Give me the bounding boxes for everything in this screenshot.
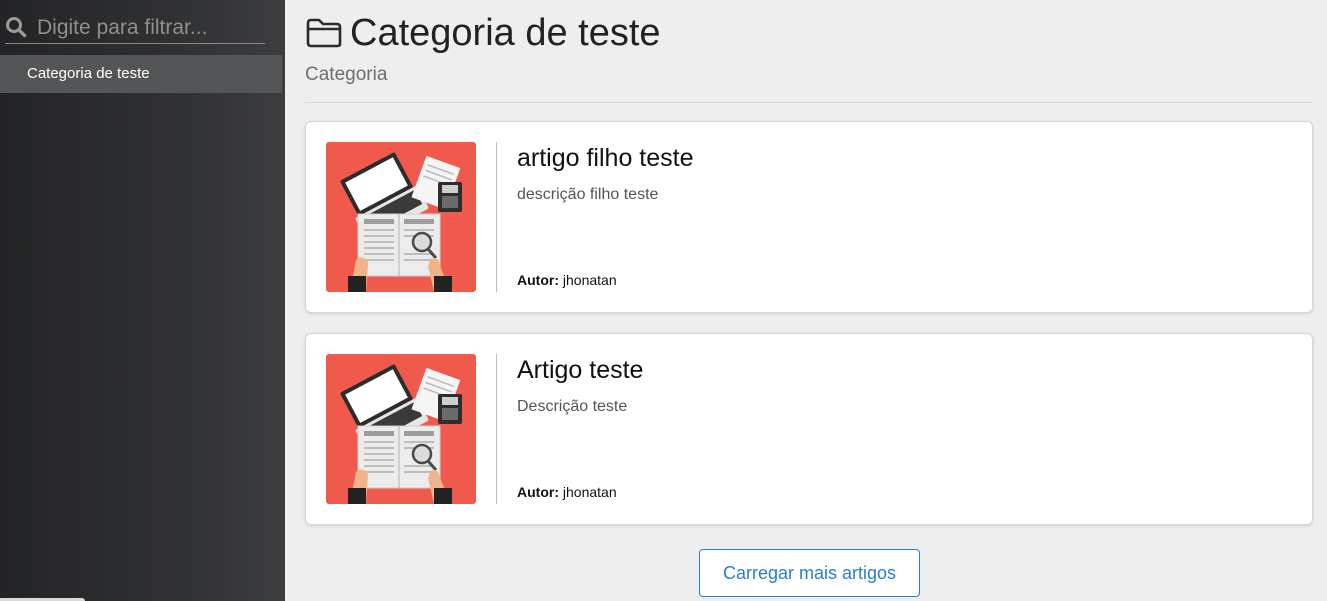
page-title: Categoria de teste xyxy=(350,12,661,54)
load-more-button[interactable]: Carregar mais artigos xyxy=(699,549,920,597)
sidebar-item-label: Categoria de teste xyxy=(27,65,150,82)
article-card[interactable]: Artigo teste Descrição teste Autor: jhon… xyxy=(305,333,1313,525)
article-description: Descrição teste xyxy=(517,398,628,415)
folder-open-icon xyxy=(306,18,342,48)
page-subtitle: Categoria xyxy=(305,64,388,85)
author-name: jhonatan xyxy=(562,272,617,288)
search-input[interactable] xyxy=(37,12,263,43)
search-icon xyxy=(6,17,27,38)
author-name: jhonatan xyxy=(562,484,617,500)
article-title[interactable]: artigo filho teste xyxy=(517,144,694,173)
search-bar xyxy=(5,12,265,44)
card-divider xyxy=(496,142,497,292)
article-thumbnail xyxy=(326,354,476,504)
newspaper-illustration-icon xyxy=(326,354,476,504)
author-label: Autor: xyxy=(517,272,559,288)
sidebar: Categoria de teste xyxy=(0,0,285,601)
author-label: Autor: xyxy=(517,484,559,500)
article-author: Autor: jhonatan xyxy=(517,484,617,500)
header-divider xyxy=(305,102,1313,103)
card-divider xyxy=(496,354,497,504)
article-thumbnail xyxy=(326,142,476,292)
sidebar-item-categoria-de-teste[interactable]: Categoria de teste xyxy=(0,55,282,93)
newspaper-illustration-icon xyxy=(326,142,476,292)
article-card[interactable]: artigo filho teste descrição filho teste… xyxy=(305,121,1313,313)
article-title[interactable]: Artigo teste xyxy=(517,356,643,385)
article-description: descrição filho teste xyxy=(517,186,659,203)
article-author: Autor: jhonatan xyxy=(517,272,617,288)
